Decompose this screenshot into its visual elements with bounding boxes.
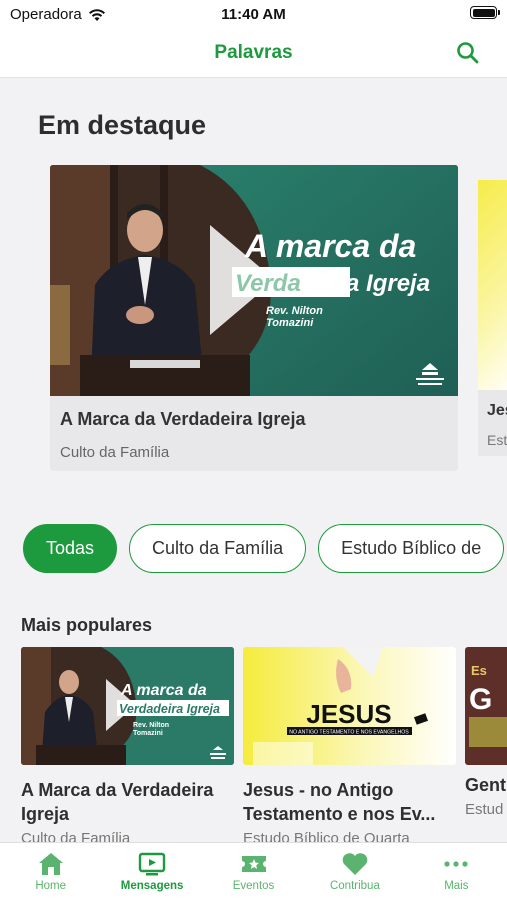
tv-icon (138, 852, 166, 876)
popular-thumbnail: JESUS NO ANTIGO TESTAMENTO E NOS EVANGEL… (243, 647, 456, 765)
popular-card[interactable]: JESUS NO ANTIGO TESTAMENTO E NOS EVANGEL… (243, 647, 456, 847)
popular-thumbnail: Es G (465, 647, 507, 765)
popular-thumb-line1: A marca da (120, 682, 207, 699)
home-icon (38, 853, 63, 875)
thumb-speaker-line1: Rev. Nilton (266, 305, 323, 317)
tab-contribua[interactable]: Contribua (304, 843, 405, 900)
tab-mais[interactable]: Mais (406, 843, 507, 900)
filter-chip-todas[interactable]: Todas (23, 524, 118, 573)
tab-eventos[interactable]: Eventos (203, 843, 304, 900)
popular-heading: Mais populares (21, 615, 153, 635)
popular-card-title: Gent (465, 775, 507, 795)
popular-thumb-top: Es (471, 663, 487, 678)
tab-mensagens[interactable]: Mensagens (101, 843, 202, 900)
popular-thumbnail: A marca da Verdadeira Igreja Rev. Nilton… (21, 647, 234, 765)
featured-heading: Em destaque (38, 110, 207, 140)
battery-icon (470, 6, 500, 19)
tab-label: Contribua (329, 880, 380, 892)
popular-thumb-speaker1: Rev. Nilton (133, 722, 169, 729)
popular-thumb-word: JESUS (306, 699, 391, 729)
popular-thumb-speaker2: Tomazini (133, 730, 163, 737)
search-icon[interactable] (455, 40, 481, 66)
tab-home[interactable]: Home (0, 843, 101, 900)
popular-thumb-line2: Verdadeira Igreja (119, 702, 220, 716)
popular-card-subtitle: Estud (465, 801, 504, 818)
popular-card[interactable]: A marca da Verdadeira Igreja Rev. Nilton… (21, 647, 234, 847)
tab-label: Home (35, 880, 67, 892)
page-title: Palavras (214, 42, 293, 63)
ticket-icon (241, 856, 266, 872)
filter-chip-culto-da-familia[interactable]: Culto da Família (129, 524, 307, 573)
featured-card-next-title: Jes (487, 402, 507, 419)
popular-thumb-mid: G (469, 683, 492, 716)
status-bar: Operadora 11:40 AM (0, 0, 507, 30)
featured-card-title: A Marca da Verdadeira Igreja (60, 409, 306, 429)
tab-label: Eventos (232, 880, 275, 892)
more-icon (444, 861, 468, 867)
popular-card-title: Jesus - no Antigo Testamento e nos Ev... (243, 780, 436, 824)
status-time: 11:40 AM (221, 6, 286, 23)
featured-thumbnail: A marca da Verda deira Igreja Rev. Nilto… (50, 165, 458, 396)
thumb-title-line2b: deira Igreja (302, 270, 430, 297)
heart-icon (342, 853, 368, 875)
popular-thumb-caption: NO ANTIGO TESTAMENTO E NOS EVANGELHOS (289, 730, 409, 736)
tab-bar: Home Mensagens Eventos Contribua Mais (0, 842, 507, 900)
tab-label: Mensagens (120, 880, 184, 892)
thumb-speaker-line2: Tomazini (266, 317, 314, 329)
filter-chip-estudo-biblico[interactable]: Estudo Bíblico de (318, 524, 505, 573)
popular-card[interactable]: Es G Gent Estud (465, 647, 507, 818)
thumb-title-line2a: Verda (235, 270, 301, 297)
nav-bar: Palavras (0, 30, 507, 78)
thumb-title-line1: A marca da (244, 228, 416, 264)
featured-thumbnail-next (478, 180, 507, 390)
featured-card[interactable]: A marca da Verda deira Igreja Rev. Nilto… (50, 165, 458, 471)
featured-card-next-subtitle: Est (487, 432, 507, 448)
category-filter: Todas Culto da Família Estudo Bíblico de (23, 524, 505, 573)
featured-card-subtitle: Culto da Família (60, 444, 170, 461)
status-right (470, 6, 500, 19)
featured-card-next[interactable]: Jes Est (478, 180, 507, 456)
tab-label: Mais (444, 880, 469, 892)
popular-card-title: A Marca da Verdadeira Igreja (21, 780, 214, 824)
